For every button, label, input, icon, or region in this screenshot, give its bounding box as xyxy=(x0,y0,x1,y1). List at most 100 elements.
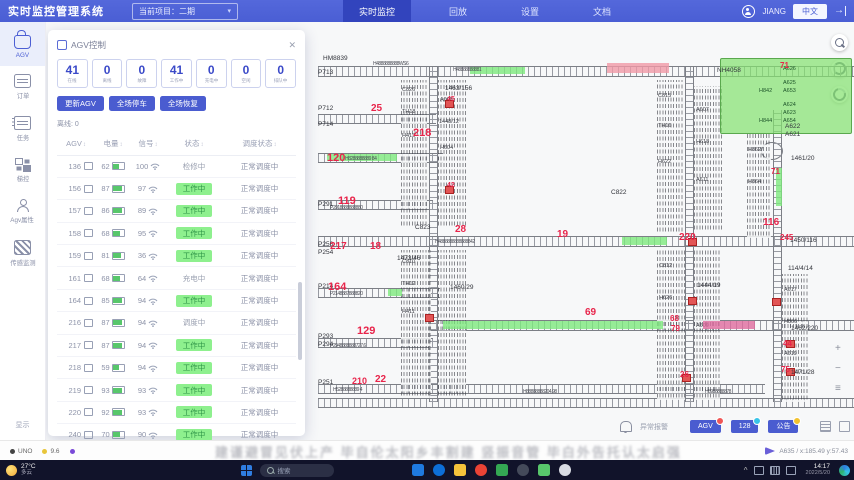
map-label: 1450/116 xyxy=(790,238,817,245)
table-row[interactable]: 1568797工作中正常调度中 xyxy=(57,178,296,200)
tab-实时监控[interactable]: 实时监控 xyxy=(343,0,411,22)
tray-volume-icon[interactable] xyxy=(770,466,780,475)
language-button[interactable]: 中文 xyxy=(793,4,827,19)
map-label: A622 xyxy=(785,124,800,131)
status-cell: 工作中 xyxy=(165,183,223,195)
sidebar-item-订单[interactable]: 订单 xyxy=(0,66,45,108)
map-marker: 75 xyxy=(781,366,790,374)
panel-scrollbar[interactable] xyxy=(298,282,302,360)
table-row[interactable]: 2185994工作中正常调度中 xyxy=(57,357,296,379)
status-badge: 工作中 xyxy=(176,295,213,307)
map-zoom-icon[interactable]: − xyxy=(835,364,841,374)
taskbar-app-icon[interactable] xyxy=(475,464,487,476)
panel-button[interactable]: 全场停车 xyxy=(109,96,155,111)
taskbar-app-icon[interactable] xyxy=(412,464,424,476)
map-bottom-buttons: AGV 128 公告 xyxy=(690,420,798,433)
bookmark-item[interactable]: UNO xyxy=(10,448,32,455)
table-row[interactable]: 1648594工作中正常调度中 xyxy=(57,290,296,312)
panel-button[interactable]: 全场恢复 xyxy=(160,96,206,111)
taskbar-app-icon[interactable] xyxy=(517,464,529,476)
stat-box: 0离线 xyxy=(92,59,123,88)
table-row[interactable]: 1598136工作中正常调度中 xyxy=(57,245,296,267)
tray-folder-icon[interactable] xyxy=(786,466,796,475)
table-row[interactable]: 2178794工作中正常调度中 xyxy=(57,335,296,357)
column-header[interactable]: AGV↕ xyxy=(57,139,95,148)
list-view-icon[interactable] xyxy=(820,421,831,432)
station-code: H618 xyxy=(696,140,709,146)
taskbar-app-icon[interactable] xyxy=(433,464,445,476)
start-button[interactable] xyxy=(241,465,252,476)
tab-设置[interactable]: 设置 xyxy=(505,0,555,22)
panel-button[interactable]: 更新AGV xyxy=(57,96,104,111)
tab-回放[interactable]: 回放 xyxy=(433,0,483,22)
map-zoom-icon[interactable]: + xyxy=(835,344,841,354)
zone-station-code: H844 xyxy=(759,119,772,125)
signal-cell: 89 xyxy=(131,206,165,215)
project-select[interactable]: 当前项目：二期 ▾ xyxy=(132,3,238,20)
column-header[interactable]: 状态↕ xyxy=(165,138,223,149)
column-header[interactable]: 调度状态↕ xyxy=(223,138,296,149)
sidebar-item-AGV[interactable]: AGV xyxy=(0,22,45,66)
map-label: P712 xyxy=(318,106,333,113)
bell-icon[interactable] xyxy=(620,421,632,432)
map-zoom-icon[interactable]: ≡ xyxy=(835,384,841,394)
order-icon xyxy=(14,74,31,88)
wifi-icon xyxy=(148,252,158,260)
stat-value: 41 xyxy=(66,64,79,76)
taskbar-search[interactable]: 搜索 xyxy=(260,464,334,477)
station-code: A619 xyxy=(784,352,797,358)
map-tag: H5288888889 4 xyxy=(333,388,362,393)
table-row[interactable]: 1616864充电中正常调度中 xyxy=(57,267,296,289)
wifi-icon xyxy=(150,162,160,170)
station-code: C812 xyxy=(659,264,672,270)
bookmark-item[interactable]: 9.6 xyxy=(42,448,59,455)
bookmark-item[interactable] xyxy=(70,448,75,455)
taskbar-clock[interactable]: 14:17 2022/5/20 xyxy=(806,464,830,476)
battery-icon xyxy=(112,431,125,439)
battery-cell: 87 xyxy=(95,318,131,327)
table-row[interactable]: 2209293工作中正常调度中 xyxy=(57,402,296,424)
tab-文档[interactable]: 文档 xyxy=(577,0,627,22)
map-filter-button-128[interactable]: 128 xyxy=(731,420,759,433)
battery-icon xyxy=(112,252,125,260)
station-code: H411 xyxy=(402,310,415,316)
cart-cell xyxy=(81,162,95,170)
table-row[interactable]: 2199393工作中正常调度中 xyxy=(57,379,296,401)
tray-caret-icon[interactable]: ^ xyxy=(744,466,748,475)
map-filter-button-AGV[interactable]: AGV xyxy=(690,420,721,433)
sidebar-item-梯控[interactable]: 梯控 xyxy=(0,150,45,191)
taskbar-app-icon[interactable] xyxy=(559,464,571,476)
map-filter-button-公告[interactable]: 公告 xyxy=(768,420,798,433)
signal-value: 64 xyxy=(138,274,146,283)
logout-icon[interactable]: → xyxy=(834,6,846,16)
header-bar: 实时监控管理系统 当前项目：二期 ▾ 实时监控回放设置文档 JIANG 中文 → xyxy=(0,0,854,22)
table-row[interactable]: 1586895工作中正常调度中 xyxy=(57,223,296,245)
signal-value: 94 xyxy=(138,341,146,350)
table-row[interactable]: 1578689工作中正常调度中 xyxy=(57,200,296,222)
close-icon[interactable]: ✕ xyxy=(288,40,296,51)
agv-position-marker xyxy=(425,314,434,322)
grid-view-icon[interactable] xyxy=(839,421,850,432)
signal-value: 94 xyxy=(138,363,146,372)
search-icon xyxy=(835,38,844,47)
battery-cell: 70 xyxy=(95,430,131,439)
sidebar-item-Agv属性[interactable]: Agv属性 xyxy=(0,191,45,232)
taskbar-app-icon[interactable] xyxy=(538,464,550,476)
tray-browser-icon[interactable] xyxy=(839,465,850,476)
column-header[interactable]: 信号↕ xyxy=(131,138,165,149)
column-header[interactable]: 电量↕ xyxy=(95,138,131,149)
table-row[interactable]: 2168794调度中正常调度中 xyxy=(57,312,296,334)
user-avatar-icon xyxy=(742,5,755,18)
taskbar-app-icon[interactable] xyxy=(496,464,508,476)
taskbar-app-icon[interactable] xyxy=(454,464,466,476)
sidebar-item-传感监测[interactable]: 传感监测 xyxy=(0,232,45,275)
table-row[interactable]: 13662100检修中正常调度中 xyxy=(57,156,296,178)
cart-cell xyxy=(81,252,95,260)
battery-cell: 86 xyxy=(95,206,131,215)
sidebar-bottom-label[interactable]: 显示 xyxy=(16,420,30,430)
taskbar-weather[interactable]: 27°C 多云 xyxy=(6,464,36,476)
tray-network-icon[interactable] xyxy=(754,466,764,475)
sidebar-item-任务[interactable]: 任务 xyxy=(0,108,45,150)
agv-cart-icon xyxy=(84,185,93,193)
map-search-icon[interactable] xyxy=(831,34,848,51)
